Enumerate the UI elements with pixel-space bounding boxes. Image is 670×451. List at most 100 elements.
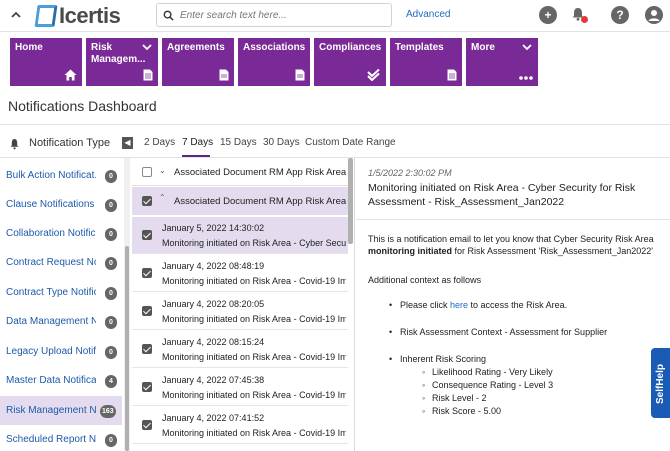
notification-text: Monitoring initiated on Risk Area - Covi… [162, 276, 346, 286]
collapse-chevron-icon[interactable] [6, 6, 26, 26]
notification-text: Monitoring initiated on Risk Area - Cybe… [162, 238, 346, 248]
range-tab-15-days[interactable]: 15 Days [220, 137, 257, 148]
type-item-contract-type[interactable]: Contract Type Notifica... 0 [0, 278, 122, 307]
document-icon [295, 69, 305, 81]
type-item-label: Contract Type Notifica... [6, 287, 96, 298]
notification-date: January 4, 2022 08:48:19 [162, 261, 265, 271]
logo-text: Icertis [59, 3, 121, 28]
nav-tile-compliances[interactable]: Compliances [314, 38, 386, 86]
row-checkbox[interactable] [142, 268, 152, 278]
score-line: Likelihood Rating - Very Likely [432, 367, 553, 377]
bullet-circle: ◦ [422, 393, 426, 403]
range-tab-custom[interactable]: Custom Date Range [305, 137, 396, 148]
divider [0, 124, 670, 125]
search-input[interactable] [180, 9, 380, 21]
chevron-up-icon[interactable]: ⌃ [159, 193, 166, 202]
logo[interactable]: Icertis [34, 3, 121, 28]
intro-bold-text: monitoring initiated [368, 246, 452, 256]
type-item-label: Risk Management Noti... [6, 405, 96, 416]
row-checkbox[interactable] [142, 230, 152, 240]
range-tab-7-days[interactable]: 7 Days [182, 137, 213, 148]
nav-tile-label: Home [15, 42, 43, 53]
nav-tile-agreements[interactable]: Agreements [162, 38, 234, 86]
bullet-circle: ◦ [422, 367, 426, 377]
count-badge: 0 [105, 257, 117, 270]
notification-date: January 4, 2022 08:20:05 [162, 299, 265, 309]
range-tab-2-days[interactable]: 2 Days [144, 137, 175, 148]
bullet-circle: ◦ [422, 406, 426, 416]
notification-dot [581, 16, 588, 23]
type-item-risk-management[interactable]: Risk Management Noti... 163 [0, 396, 122, 425]
help-icon[interactable]: ? [611, 6, 629, 24]
row-checkbox[interactable] [142, 382, 152, 392]
risk-area-link[interactable]: here [450, 300, 468, 310]
nav-tile-associations[interactable]: Associations [238, 38, 310, 86]
count-badge: 0 [105, 434, 117, 447]
type-item-scheduled-report[interactable]: Scheduled Report Notif... 0 [0, 425, 122, 451]
divider [356, 219, 670, 220]
nav-tile-more[interactable]: More [466, 38, 538, 86]
count-badge: 0 [105, 346, 117, 359]
group-checkbox[interactable] [142, 196, 152, 206]
group-title: Associated Document RM App Risk Area ... [174, 167, 346, 178]
row-checkbox[interactable] [142, 306, 152, 316]
row-checkbox[interactable] [142, 420, 152, 430]
type-item-master-data[interactable]: Master Data Notificati... 4 [0, 366, 122, 395]
intro-text: This is a notification email to let you … [368, 234, 654, 244]
selfhelp-tab[interactable]: SelfHelp [651, 348, 670, 418]
notification-row[interactable]: January 4, 2022 08:15:24 Monitoring init… [132, 331, 348, 368]
notification-row[interactable]: January 4, 2022 08:48:19 Monitoring init… [132, 255, 348, 292]
collapse-panel-icon[interactable]: ◀ [122, 137, 133, 149]
type-item-label: Data Management Notif... [6, 316, 96, 327]
nav-tile-templates[interactable]: Templates [390, 38, 462, 86]
nav-tile-label: Associations [243, 42, 306, 53]
chevron-down-icon[interactable]: ⌄ [159, 166, 166, 175]
user-icon[interactable] [645, 6, 663, 24]
nav-tile-label: Compliances [319, 42, 382, 53]
notification-group-row[interactable]: ⌃ Associated Document RM App Risk Area .… [132, 187, 348, 215]
top-bar: Icertis Advanced + ? [0, 0, 670, 32]
notification-date: January 4, 2022 08:15:24 [162, 337, 265, 347]
bullet-dot: • [389, 300, 393, 310]
type-item-data-management[interactable]: Data Management Notif... 0 [0, 307, 122, 336]
notification-row[interactable]: January 4, 2022 07:45:38 Monitoring init… [132, 369, 348, 406]
type-item-clause[interactable]: Clause Notifications 0 [0, 190, 122, 219]
group-checkbox[interactable] [142, 167, 152, 177]
notification-type-label: Notification Type [29, 137, 111, 149]
type-item-label: Bulk Action Notificat... [6, 170, 96, 181]
notification-text: Monitoring initiated on Risk Area - Covi… [162, 428, 346, 438]
notification-row[interactable]: January 4, 2022 08:20:05 Monitoring init… [132, 293, 348, 330]
row-checkbox[interactable] [142, 344, 152, 354]
double-check-icon [367, 69, 380, 81]
intro-suffix-text: for Risk Assessment 'Risk_Assessment_Jan… [452, 246, 654, 256]
document-icon [447, 69, 457, 81]
notification-text: Monitoring initiated on Risk Area - Covi… [162, 390, 346, 400]
home-icon [64, 69, 77, 81]
detail-intro: This is a notification email to let you … [368, 233, 663, 257]
type-item-label: Collaboration Notific... [6, 228, 96, 239]
notification-text: Monitoring initiated on Risk Area - Covi… [162, 352, 346, 362]
count-badge: 163 [100, 405, 116, 418]
notification-row[interactable]: January 4, 2022 07:41:52 Monitoring init… [132, 407, 348, 444]
range-tab-30-days[interactable]: 30 Days [263, 137, 300, 148]
nav-tile-home[interactable]: Home [10, 38, 82, 86]
notification-date: January 5, 2022 14:30:02 [162, 223, 265, 233]
type-item-bulk-action[interactable]: Bulk Action Notificat... 0 [0, 161, 122, 190]
search-box[interactable] [156, 3, 392, 27]
type-item-label: Legacy Upload Notifica... [6, 346, 96, 357]
nav-tile-risk-management[interactable]: Risk Managem... [86, 38, 158, 86]
notification-detail-pane: 1/5/2022 2:30:02 PM Monitoring initiated… [356, 158, 670, 451]
bell-icon[interactable] [570, 6, 588, 24]
type-item-contract-request[interactable]: Contract Request Notif... 0 [0, 248, 122, 277]
advanced-search-link[interactable]: Advanced [406, 9, 450, 20]
count-badge: 0 [105, 287, 117, 300]
notification-group-row[interactable]: ⌄ Associated Document RM App Risk Area .… [132, 158, 348, 186]
type-list-scroll-thumb[interactable] [125, 246, 129, 451]
type-item-legacy-upload[interactable]: Legacy Upload Notifica... 0 [0, 337, 122, 366]
notification-row[interactable]: January 5, 2022 14:30:02 Monitoring init… [132, 217, 348, 254]
type-item-collaboration[interactable]: Collaboration Notific... 0 [0, 219, 122, 248]
score-line: Consequence Rating - Level 3 [432, 380, 554, 390]
notification-list-scroll-thumb[interactable] [348, 158, 353, 244]
nav-tile-label-line2: Managem... [91, 54, 146, 65]
add-icon[interactable]: + [539, 6, 557, 24]
